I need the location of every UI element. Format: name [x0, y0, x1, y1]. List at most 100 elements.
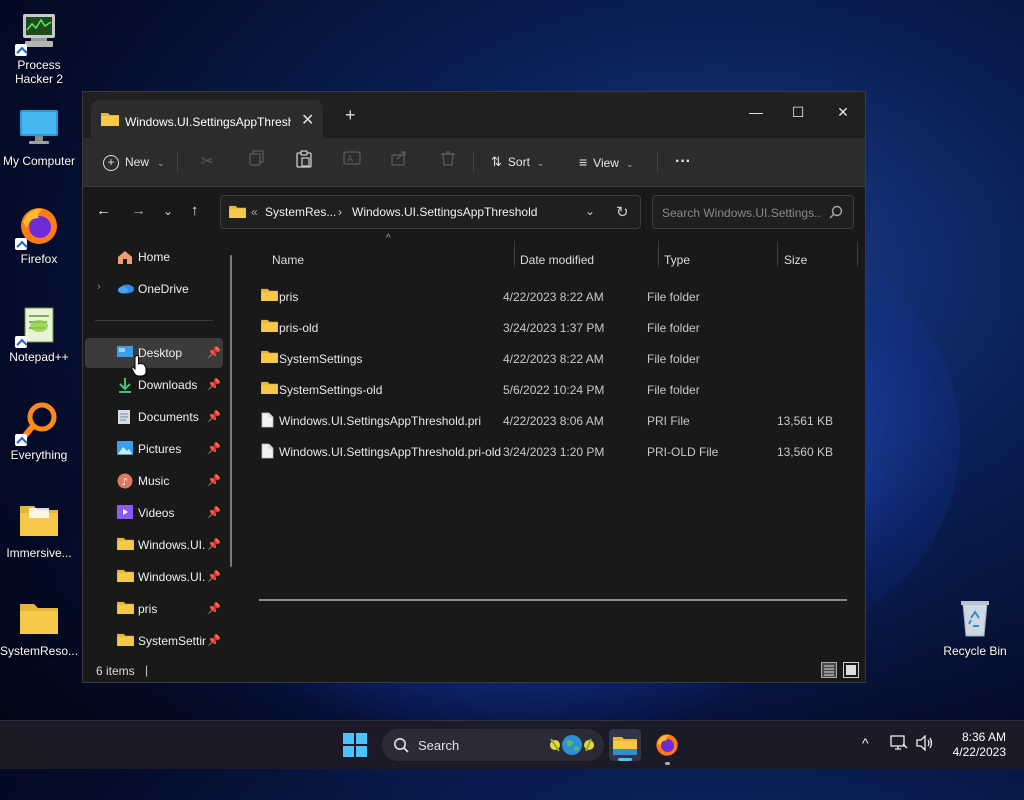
details-view-icon[interactable]: [821, 662, 837, 681]
network-icon[interactable]: [890, 735, 908, 754]
nav-item-pinned-folder[interactable]: pris 📌: [85, 594, 223, 624]
breadcrumb-overflow[interactable]: «: [251, 205, 258, 219]
desktop-icon-process-hacker[interactable]: Process Hacker 2: [0, 10, 78, 86]
column-divider[interactable]: [514, 241, 515, 267]
nav-item-onedrive[interactable]: › OneDrive: [85, 274, 223, 304]
hand-cursor-icon: [131, 355, 147, 380]
running-indicator: [665, 762, 670, 765]
column-divider[interactable]: [777, 241, 778, 267]
delete-icon[interactable]: [440, 150, 456, 174]
search-icon: [393, 737, 409, 756]
pin-icon: 📌: [207, 603, 221, 615]
copy-icon[interactable]: [249, 150, 265, 174]
breadcrumb-item[interactable]: SystemRes...: [265, 205, 336, 219]
share-icon[interactable]: [391, 150, 407, 174]
nav-item-documents[interactable]: Documents 📌: [85, 402, 223, 432]
pin-icon: 📌: [207, 379, 221, 391]
desktop-icon-label: Process: [17, 58, 61, 72]
desktop-icon-firefox[interactable]: Firefox: [0, 204, 78, 266]
taskbar-search[interactable]: Search: [382, 729, 604, 761]
file-name: Windows.UI.SettingsAppThreshold.pri-old: [279, 445, 502, 459]
nav-item-label: Windows.UI.S: [138, 538, 206, 552]
tab-current-folder[interactable]: Windows.UI.SettingsAppThreshold ✕: [91, 100, 323, 138]
address-history-chevron-icon[interactable]: ⌄: [585, 204, 595, 218]
nav-item-home[interactable]: Home: [85, 242, 223, 272]
column-header-size[interactable]: Size: [784, 253, 807, 267]
desktop-icon-notepadpp[interactable]: Notepad++: [0, 302, 78, 364]
file-row[interactable]: Windows.UI.SettingsAppThreshold.pri-old …: [257, 436, 857, 467]
pictures-icon: [117, 441, 133, 457]
file-row[interactable]: pris-old 3/24/2023 1:37 PM File folder: [257, 312, 857, 343]
nav-item-pinned-folder[interactable]: SystemSettin 📌: [85, 626, 223, 656]
column-divider[interactable]: [658, 241, 659, 267]
view-button[interactable]: ≡ View ⌄: [579, 150, 634, 174]
new-tab-button[interactable]: +: [345, 105, 356, 126]
nav-item-videos[interactable]: Videos 📌: [85, 498, 223, 528]
minimize-button[interactable]: —: [733, 98, 779, 126]
file-row[interactable]: SystemSettings-old 5/6/2022 10:24 PM Fil…: [257, 374, 857, 405]
file-name: pris-old: [279, 321, 319, 335]
monitor-icon: [17, 106, 61, 150]
document-icon: [117, 409, 133, 425]
desktop-icon-everything[interactable]: Everything: [0, 400, 78, 462]
nav-item-pinned-folder[interactable]: Windows.UI.S 📌: [85, 530, 223, 560]
volume-icon[interactable]: [916, 734, 934, 754]
close-button[interactable]: ✕: [820, 98, 866, 126]
breadcrumb-item[interactable]: Windows.UI.SettingsAppThreshold: [352, 205, 537, 219]
column-header-type[interactable]: Type: [664, 253, 690, 267]
taskbar-search-label: Search: [418, 738, 460, 753]
recent-locations-chevron-icon[interactable]: ⌄: [163, 204, 173, 218]
search-box[interactable]: Search Windows.UI.Settings...: [652, 195, 854, 229]
folder-icon: [261, 319, 278, 335]
sort-button[interactable]: ⇅ Sort ⌄: [491, 150, 544, 174]
paste-icon[interactable]: [296, 150, 312, 174]
desktop-icon-immersive[interactable]: Immersive...: [0, 498, 78, 560]
start-windows-icon[interactable]: [343, 733, 367, 760]
address-bar[interactable]: « SystemRes... › Windows.UI.SettingsAppT…: [220, 195, 641, 229]
sort-icon: ⇅: [491, 154, 502, 169]
navigation-pane: Home › OneDrive Desktop 📌 Downloads 📌 Do…: [83, 235, 238, 660]
file-row[interactable]: pris 4/22/2023 8:22 AM File folder: [257, 281, 857, 312]
column-header-date[interactable]: Date modified: [520, 253, 594, 267]
back-arrow-icon[interactable]: ←: [96, 202, 111, 219]
desktop-icon-recycle-bin[interactable]: Recycle Bin: [936, 596, 1014, 658]
column-divider[interactable]: [857, 241, 858, 267]
desktop-icon-systemresources[interactable]: SystemReso...: [0, 596, 78, 658]
up-arrow-icon[interactable]: ↑: [191, 202, 199, 219]
nav-item-desktop[interactable]: Desktop 📌: [85, 338, 223, 368]
nav-item-downloads[interactable]: Downloads 📌: [85, 370, 223, 400]
rename-icon[interactable]: A: [343, 150, 361, 174]
search-icon: [829, 205, 843, 222]
desktop-icon-label: Firefox: [20, 252, 58, 266]
taskbar-firefox[interactable]: [654, 732, 680, 765]
file-row[interactable]: SystemSettings 4/22/2023 8:22 AM File fo…: [257, 343, 857, 374]
desktop-icon-my-computer[interactable]: My Computer: [0, 106, 78, 168]
taskbar-clock[interactable]: 8:36 AM 4/22/2023: [953, 730, 1006, 760]
horizontal-scrollbar[interactable]: [259, 599, 847, 601]
nav-scrollbar[interactable]: [230, 255, 232, 567]
tiles-view-icon[interactable]: [843, 662, 859, 681]
file-type: File folder: [647, 383, 700, 397]
forward-arrow-icon[interactable]: →: [131, 202, 146, 219]
file-row[interactable]: Windows.UI.SettingsAppThreshold.pri 4/22…: [257, 405, 857, 436]
column-header-name[interactable]: Name: [272, 253, 304, 267]
music-icon: ♪: [117, 473, 133, 489]
cut-icon[interactable]: ✂: [201, 150, 214, 174]
folder-icon: [261, 381, 278, 397]
nav-item-music[interactable]: ♪ Music 📌: [85, 466, 223, 496]
nav-item-pinned-folder[interactable]: Windows.UI.S 📌: [85, 562, 223, 592]
more-options-button[interactable]: ···: [675, 150, 691, 174]
expand-chevron-icon[interactable]: ›: [97, 281, 101, 293]
nav-item-pictures[interactable]: Pictures 📌: [85, 434, 223, 464]
maximize-button[interactable]: ☐: [775, 98, 821, 126]
tab-close-icon[interactable]: ✕: [301, 110, 314, 130]
new-button[interactable]: + New ⌄: [103, 150, 165, 174]
taskbar-file-explorer[interactable]: [609, 729, 641, 761]
folder-icon: [229, 205, 246, 221]
show-hidden-icons-chevron-icon[interactable]: ^: [862, 735, 869, 751]
pin-icon: 📌: [207, 347, 221, 359]
file-date: 4/22/2023 8:22 AM: [503, 352, 604, 366]
refresh-icon[interactable]: ↻: [616, 203, 629, 221]
nav-item-label: OneDrive: [138, 282, 189, 296]
firefox-icon: [654, 734, 680, 761]
